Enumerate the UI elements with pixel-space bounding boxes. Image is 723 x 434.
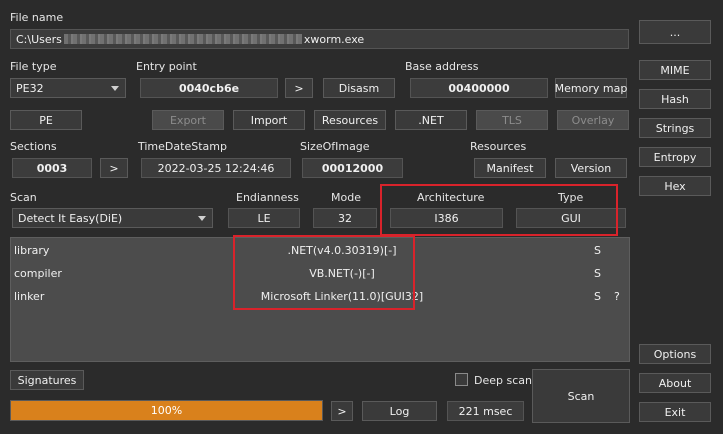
about-button[interactable]: About <box>639 373 711 393</box>
timestamp-label: TimeDateStamp <box>138 140 227 153</box>
progress-go-button[interactable]: > <box>331 401 353 421</box>
scan-time-field: 221 msec <box>447 401 524 421</box>
strings-button[interactable]: Strings <box>639 118 711 138</box>
manifest-button[interactable]: Manifest <box>474 158 546 178</box>
result-kind: linker <box>14 290 45 303</box>
tls-button[interactable]: TLS <box>476 110 548 130</box>
hash-button[interactable]: Hash <box>639 89 711 109</box>
result-info-icon[interactable]: ? <box>614 290 620 303</box>
file-path-field[interactable]: C:\Users xworm.exe <box>10 29 629 49</box>
file-name-label: File name <box>10 11 64 24</box>
timestamp-field[interactable]: 2022-03-25 12:24:46 <box>141 158 291 178</box>
scan-engine-value: Detect It Easy(DiE) <box>18 211 123 225</box>
endianness-field[interactable]: LE <box>228 208 300 228</box>
entry-point-label: Entry point <box>136 60 197 73</box>
mode-label: Mode <box>331 191 361 204</box>
result-flag: S <box>594 244 601 257</box>
file-type-label: File type <box>10 60 57 73</box>
file-type-select[interactable]: PE32 <box>10 78 126 98</box>
result-flag: S <box>594 267 601 280</box>
deep-scan-checkbox[interactable] <box>455 373 468 386</box>
progress-bar: 100% <box>10 400 323 421</box>
file-path-suffix: xworm.exe <box>303 32 365 46</box>
signatures-button[interactable]: Signatures <box>10 370 84 390</box>
pe-button[interactable]: PE <box>10 110 82 130</box>
scan-label: Scan <box>10 191 37 204</box>
resources-button[interactable]: Resources <box>314 110 386 130</box>
file-type-value: PE32 <box>16 81 44 95</box>
export-button[interactable]: Export <box>152 110 224 130</box>
sections-field[interactable]: 0003 <box>12 158 92 178</box>
options-button[interactable]: Options <box>639 344 711 364</box>
mode-field[interactable]: 32 <box>313 208 377 228</box>
deep-scan-label[interactable]: Deep scan <box>474 374 532 387</box>
highlight-arch-type <box>380 184 618 236</box>
highlight-results <box>233 235 415 310</box>
browse-button[interactable]: ... <box>639 20 711 44</box>
chevron-down-icon <box>111 86 119 91</box>
file-path-prefix: C:\Users <box>16 32 62 46</box>
result-flag: S <box>594 290 601 303</box>
resources-group-label: Resources <box>470 140 527 153</box>
sections-label: Sections <box>10 140 57 153</box>
mime-button[interactable]: MIME <box>639 60 711 80</box>
scan-button[interactable]: Scan <box>532 369 630 423</box>
net-button[interactable]: .NET <box>395 110 467 130</box>
exit-button[interactable]: Exit <box>639 402 711 422</box>
log-button[interactable]: Log <box>362 401 437 421</box>
result-kind: library <box>14 244 50 257</box>
result-kind: compiler <box>14 267 62 280</box>
version-button[interactable]: Version <box>555 158 627 178</box>
disasm-button[interactable]: Disasm <box>323 78 395 98</box>
overlay-button[interactable]: Overlay <box>557 110 629 130</box>
size-of-image-label: SizeOfImage <box>300 140 370 153</box>
hex-button[interactable]: Hex <box>639 176 711 196</box>
redacted-path <box>63 34 302 44</box>
progress-text: 100% <box>150 404 183 417</box>
sections-go-button[interactable]: > <box>100 158 128 178</box>
base-address-field[interactable]: 00400000 <box>410 78 548 98</box>
endianness-label: Endianness <box>236 191 299 204</box>
memory-map-button[interactable]: Memory map <box>555 78 627 98</box>
entropy-button[interactable]: Entropy <box>639 147 711 167</box>
scan-engine-select[interactable]: Detect It Easy(DiE) <box>12 208 213 228</box>
entry-point-go-button[interactable]: > <box>285 78 313 98</box>
import-button[interactable]: Import <box>233 110 305 130</box>
chevron-down-icon <box>198 216 206 221</box>
size-of-image-field[interactable]: 00012000 <box>302 158 403 178</box>
base-address-label: Base address <box>405 60 479 73</box>
entry-point-field[interactable]: 0040cb6e <box>140 78 278 98</box>
